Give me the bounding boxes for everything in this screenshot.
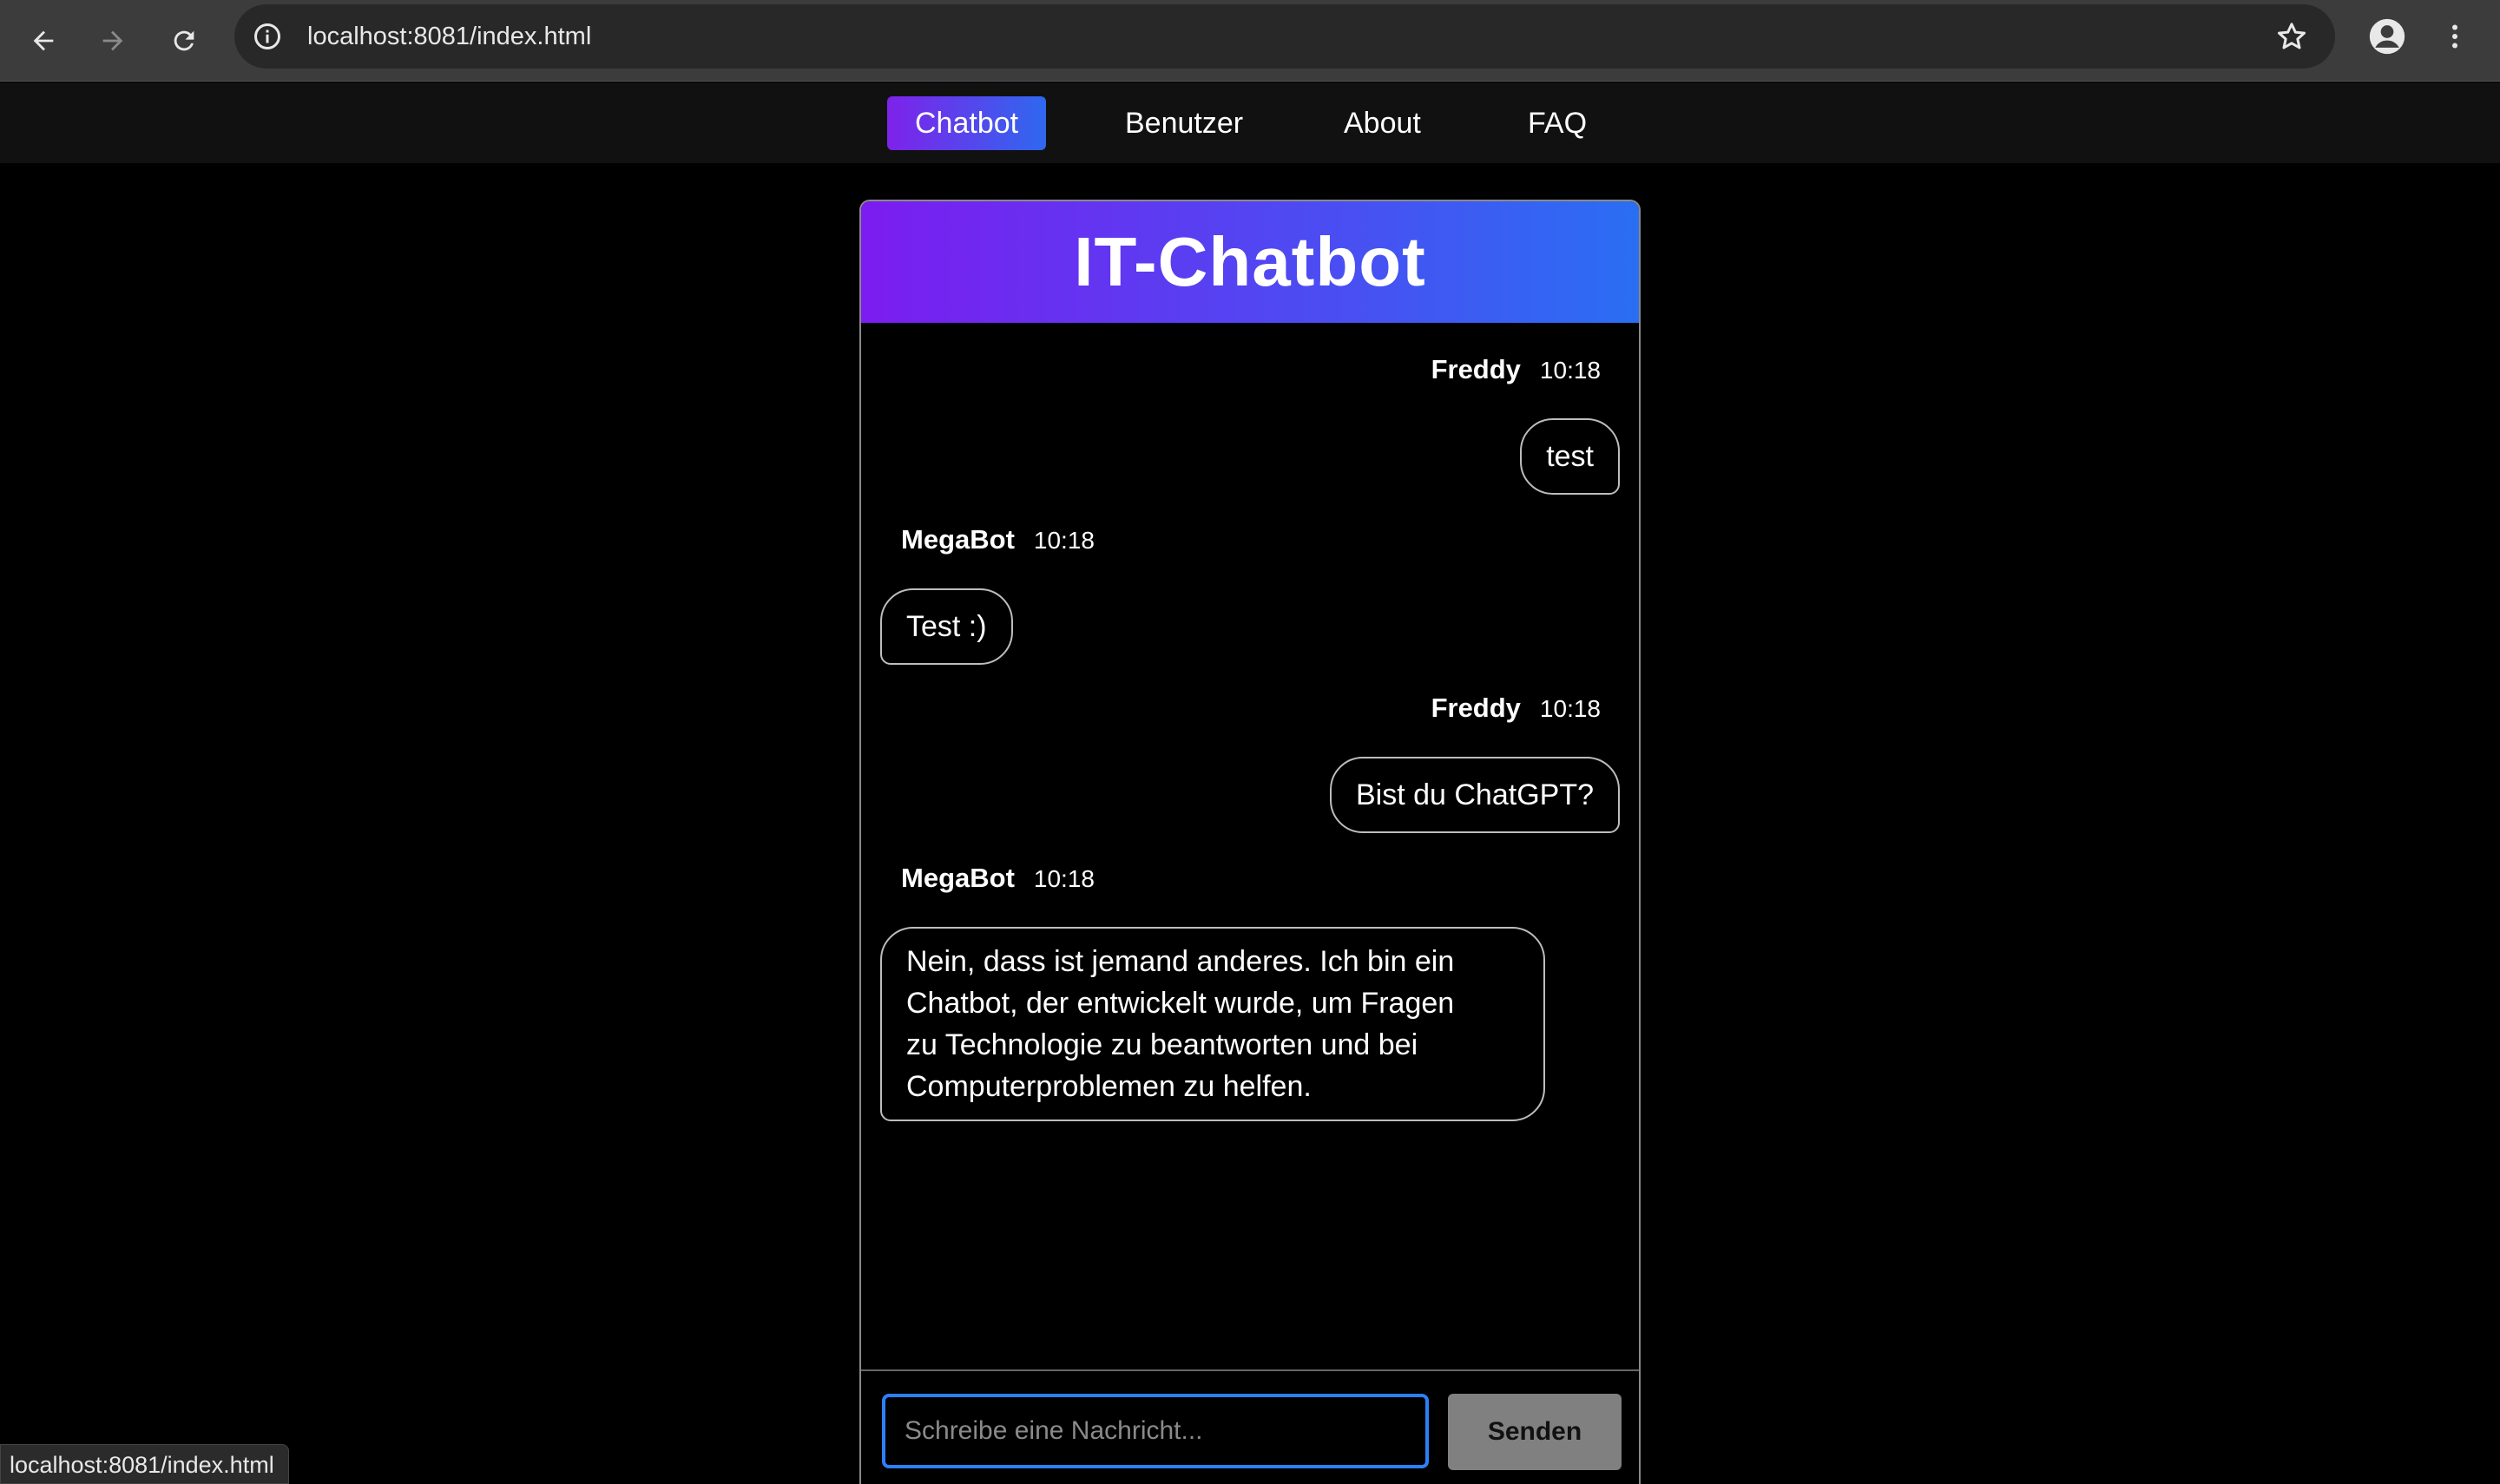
nav-about[interactable]: About (1316, 96, 1449, 150)
info-icon[interactable] (252, 21, 283, 52)
nav-faq[interactable]: FAQ (1500, 96, 1615, 150)
profile-button[interactable] (2363, 12, 2411, 61)
forward-button[interactable] (89, 16, 137, 65)
message-sender: MegaBot (901, 863, 1015, 893)
message-meta: MegaBot 10:18 (901, 524, 1095, 559)
status-url-bubble: localhost:8081/index.html (0, 1444, 289, 1484)
back-arrow-icon (33, 30, 54, 51)
forward-arrow-icon (102, 30, 123, 51)
message-composer: Senden (861, 1369, 1639, 1484)
nav-benutzer[interactable]: Benutzer (1097, 96, 1271, 150)
message-time: 10:18 (1539, 357, 1601, 384)
message-line: Chatbot, der entwickelt wurde, um Fragen (906, 987, 1455, 1020)
nav-chatbot[interactable]: Chatbot (887, 96, 1047, 150)
message-sender: Freddy (1431, 693, 1521, 723)
message-time: 10:18 (1033, 527, 1095, 554)
address-url[interactable]: localhost:8081/index.html (307, 4, 591, 69)
message-bubble-bot: Nein, dass ist jemand anderes. Ich bin e… (880, 927, 1545, 1121)
message-time: 10:18 (1033, 865, 1095, 892)
message-meta: Freddy 10:18 (1431, 354, 1601, 389)
message-bubble-user: test (1520, 418, 1620, 495)
browser-toolbar: localhost:8081/index.html (0, 0, 2500, 82)
message-bubble-user: Bist du ChatGPT? (1329, 757, 1620, 833)
reload-icon (174, 30, 194, 51)
message-bubble-bot: Test :) (880, 588, 1013, 665)
message-meta: MegaBot 10:18 (901, 863, 1095, 897)
message-input[interactable] (882, 1394, 1429, 1468)
star-icon[interactable] (2274, 19, 2309, 54)
address-bar[interactable]: localhost:8081/index.html (234, 4, 2335, 69)
message-time: 10:18 (1539, 695, 1601, 722)
more-menu-icon (2452, 24, 2457, 49)
message-sender: Freddy (1431, 354, 1521, 384)
message-meta: Freddy 10:18 (1431, 693, 1601, 727)
chat-header: IT-Chatbot (861, 201, 1639, 323)
send-button[interactable]: Senden (1448, 1394, 1622, 1470)
profile-icon (2369, 18, 2405, 55)
chat-container: IT-Chatbot Freddy 10:18 test MegaBot 10:… (859, 200, 1641, 1484)
site-navigation: Chatbot Benutzer About FAQ (0, 82, 2500, 163)
chat-title: IT-Chatbot (1074, 223, 1426, 300)
message-line: Computerproblemen zu helfen. (906, 1070, 1312, 1103)
browser-menu-button[interactable] (2436, 12, 2474, 61)
message-line: Nein, dass ist jemand anderes. Ich bin e… (906, 945, 1455, 978)
back-button[interactable] (19, 16, 68, 65)
message-sender: MegaBot (901, 524, 1015, 555)
message-line: zu Technologie zu beantworten und bei (906, 1028, 1418, 1061)
reload-button[interactable] (160, 16, 208, 65)
